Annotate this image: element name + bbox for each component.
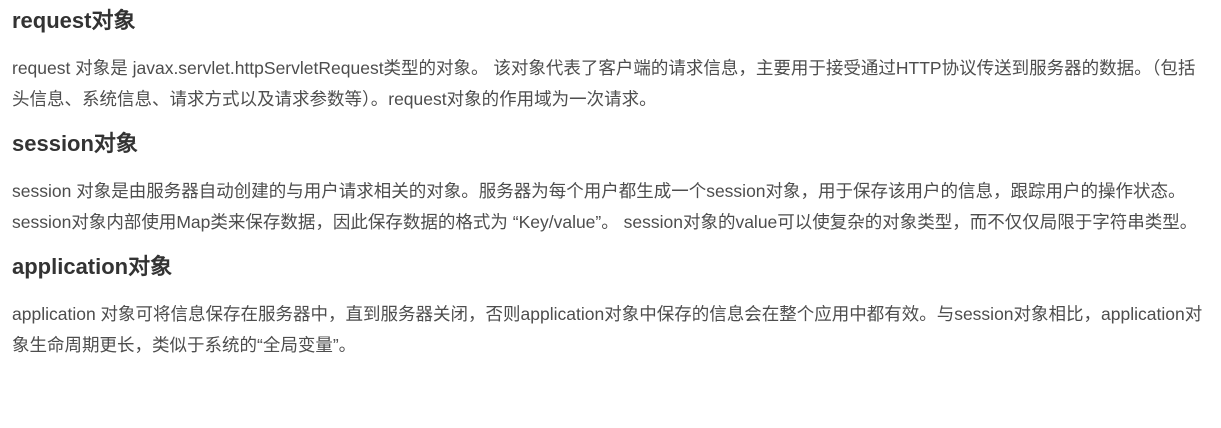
request-object-section: request对象 request 对象是 javax.servlet.http… [12,6,1209,115]
session-object-description: session 对象是由服务器自动创建的与用户请求相关的对象。服务器为每个用户都… [12,181,1198,232]
application-object-description: application 对象可将信息保存在服务器中，直到服务器关闭，否则appl… [12,304,1203,355]
request-object-heading: request对象 [12,8,136,33]
application-object-section: application对象 application 对象可将信息保存在服务器中，… [12,252,1209,361]
application-object-heading: application对象 [12,254,173,279]
session-object-heading: session对象 [12,131,138,156]
request-object-description: request 对象是 javax.servlet.httpServletReq… [12,58,1196,109]
session-object-section: session对象 session 对象是由服务器自动创建的与用户请求相关的对象… [12,129,1209,238]
document-page: request对象 request 对象是 javax.servlet.http… [0,0,1221,428]
